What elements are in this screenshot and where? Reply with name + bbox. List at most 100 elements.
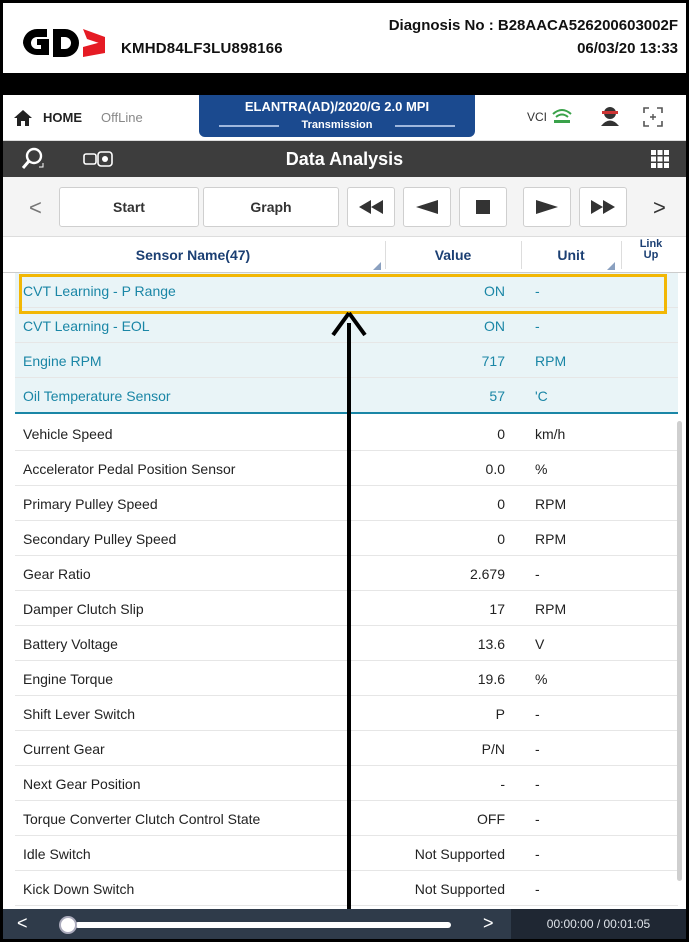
wifi-icon bbox=[552, 109, 572, 123]
step-back-button[interactable] bbox=[403, 187, 451, 227]
annotation-arrow-shaft bbox=[347, 323, 351, 939]
step-back-icon bbox=[416, 200, 438, 214]
sensor-unit: % bbox=[535, 671, 548, 687]
sensor-value: 0 bbox=[497, 426, 505, 442]
sensor-value: OFF bbox=[477, 811, 505, 827]
sensor-value: - bbox=[500, 776, 505, 792]
sensor-value: Not Supported bbox=[414, 881, 505, 897]
sensor-name: Next Gear Position bbox=[23, 776, 141, 792]
rewind-button[interactable] bbox=[347, 187, 395, 227]
sensor-name: Primary Pulley Speed bbox=[23, 496, 158, 512]
sensor-unit: - bbox=[535, 811, 540, 827]
sensor-unit: - bbox=[535, 566, 540, 582]
column-value[interactable]: Value bbox=[388, 247, 518, 263]
sensor-unit: km/h bbox=[535, 426, 566, 442]
playback-prev-button[interactable]: < bbox=[17, 913, 28, 934]
sensor-unit: 'C bbox=[535, 388, 548, 404]
toolbar: < Start Graph > bbox=[3, 177, 686, 237]
sensor-value: 2.679 bbox=[469, 566, 505, 582]
play-button[interactable] bbox=[523, 187, 571, 227]
sensor-value: 57 bbox=[489, 388, 505, 404]
sensor-name: Vehicle Speed bbox=[23, 426, 113, 442]
column-unit[interactable]: Unit bbox=[523, 247, 619, 263]
sensor-name: Engine RPM bbox=[23, 353, 102, 369]
sensor-name: Kick Down Switch bbox=[23, 881, 135, 897]
home-button[interactable]: HOME bbox=[43, 110, 82, 125]
sensor-name: Battery Voltage bbox=[23, 636, 118, 652]
sensor-name: Torque Converter Clutch Control State bbox=[23, 811, 261, 827]
sensor-value: 17 bbox=[489, 601, 505, 617]
technician-icon[interactable] bbox=[599, 105, 621, 127]
diagnosis-number: Diagnosis No : B28AACA526200603002F bbox=[388, 17, 678, 34]
sensor-unit: RPM bbox=[535, 531, 567, 547]
vin-number: KMHD84LF3LU898166 bbox=[121, 40, 283, 57]
vci-label: VCI bbox=[527, 110, 548, 124]
gds-logo bbox=[19, 25, 109, 61]
sensor-value: P bbox=[495, 706, 505, 722]
grid-menu-icon[interactable] bbox=[651, 150, 669, 168]
sensor-unit: - bbox=[535, 846, 540, 862]
column-divider bbox=[385, 241, 386, 269]
sensor-name: Secondary Pulley Speed bbox=[23, 531, 177, 547]
start-button[interactable]: Start bbox=[59, 187, 199, 227]
sensor-unit: - bbox=[535, 776, 540, 792]
column-link-up[interactable]: Link Up bbox=[625, 239, 677, 261]
fast-forward-icon bbox=[591, 200, 615, 214]
rewind-icon bbox=[359, 200, 383, 214]
playback-slider-handle[interactable] bbox=[59, 916, 77, 934]
sort-icon bbox=[607, 262, 615, 270]
column-sensor-name[interactable]: Sensor Name(47) bbox=[3, 247, 383, 263]
title-bar: Data Analysis bbox=[3, 141, 686, 177]
sensor-value: 0 bbox=[497, 496, 505, 512]
play-icon bbox=[536, 200, 558, 214]
table-header: Sensor Name(47) Value Unit Link Up bbox=[3, 237, 686, 273]
sensor-unit: RPM bbox=[535, 601, 567, 617]
decor-line bbox=[395, 125, 455, 127]
sensor-unit: RPM bbox=[535, 353, 567, 369]
sensor-unit: V bbox=[535, 636, 545, 652]
home-bar: HOME OffLine ELANTRA(AD)/2020/G 2.0 MPI … bbox=[3, 95, 686, 141]
sensor-unit: - bbox=[535, 318, 540, 334]
vehicle-system-tab: ELANTRA(AD)/2020/G 2.0 MPI Transmission bbox=[199, 95, 475, 137]
graph-button[interactable]: Graph bbox=[203, 187, 339, 227]
sensor-name: Gear Ratio bbox=[23, 566, 91, 582]
sensor-value: 19.6 bbox=[477, 671, 505, 687]
sensor-unit: - bbox=[535, 706, 540, 722]
link-up-line-2: Up bbox=[643, 249, 659, 261]
sensor-name: CVT Learning - EOL bbox=[23, 318, 150, 334]
sensor-unit: - bbox=[535, 881, 540, 897]
sensor-value: 0.0 bbox=[485, 461, 505, 477]
arrow-up-icon bbox=[331, 311, 367, 337]
vehicle-title: ELANTRA(AD)/2020/G 2.0 MPI bbox=[244, 99, 430, 114]
highlight-box bbox=[19, 274, 667, 314]
sensor-unit: - bbox=[535, 741, 540, 757]
sort-icon bbox=[373, 262, 381, 270]
fullscreen-icon[interactable] bbox=[643, 107, 663, 127]
vertical-scrollbar[interactable] bbox=[677, 421, 682, 881]
sensor-value: 13.6 bbox=[477, 636, 505, 652]
sensor-value: P/N bbox=[481, 741, 505, 757]
sensor-value: 717 bbox=[481, 353, 505, 369]
column-divider bbox=[521, 241, 522, 269]
sensor-name: Accelerator Pedal Position Sensor bbox=[23, 461, 236, 477]
stop-icon bbox=[476, 200, 490, 214]
sensor-name: Current Gear bbox=[23, 741, 105, 757]
sensor-value: Not Supported bbox=[414, 846, 505, 862]
column-divider bbox=[621, 241, 622, 269]
top-header: KMHD84LF3LU898166 Diagnosis No : B28AACA… bbox=[3, 3, 686, 67]
status-strip bbox=[3, 73, 686, 95]
offline-status: OffLine bbox=[101, 110, 143, 125]
stop-button[interactable] bbox=[459, 187, 507, 227]
fast-forward-button[interactable] bbox=[579, 187, 627, 227]
sensor-name: Oil Temperature Sensor bbox=[23, 388, 171, 404]
sensor-name: Damper Clutch Slip bbox=[23, 601, 144, 617]
sensor-unit: % bbox=[535, 461, 548, 477]
toolbar-prev-button[interactable]: < bbox=[29, 195, 42, 221]
home-icon[interactable] bbox=[13, 109, 33, 127]
app-window: KMHD84LF3LU898166 Diagnosis No : B28AACA… bbox=[0, 0, 689, 942]
sensor-value: 0 bbox=[497, 531, 505, 547]
toolbar-next-button[interactable]: > bbox=[653, 195, 666, 221]
page-title: Data Analysis bbox=[285, 149, 404, 169]
playback-next-button[interactable]: > bbox=[483, 913, 494, 934]
playback-track[interactable] bbox=[75, 922, 451, 928]
